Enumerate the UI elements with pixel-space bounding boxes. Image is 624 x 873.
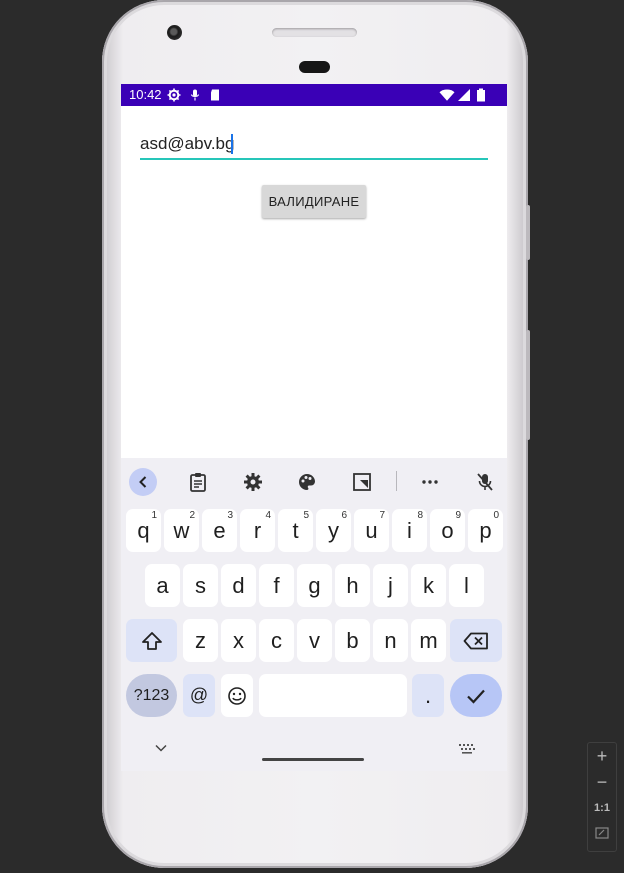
shift-key[interactable] [126,619,177,662]
key-z[interactable]: z [183,619,218,662]
more-button[interactable] [416,468,444,496]
key-c[interactable]: c [259,619,294,662]
key-q[interactable]: q1 [126,509,161,552]
key-y[interactable]: y6 [316,509,351,552]
clipboard-icon [190,473,206,492]
emoji-icon [228,686,246,705]
keyboard-switch-icon[interactable] [458,743,476,755]
key-i[interactable]: i8 [392,509,427,552]
signal-icon [458,89,470,101]
key-p[interactable]: p0 [468,509,503,552]
palette-icon [299,474,315,490]
email-input[interactable] [140,132,488,160]
validate-button[interactable]: ВАЛИДИРАНЕ [262,185,366,218]
backspace-key[interactable] [450,619,502,662]
fit-screen-button[interactable] [588,821,616,847]
more-icon [422,480,438,484]
done-key[interactable] [450,674,502,717]
resize-icon [353,473,371,491]
proximity-sensor [299,61,330,73]
shift-icon [141,631,162,650]
backspace-icon [463,632,488,649]
key-o[interactable]: o9 [430,509,465,552]
emoji-key[interactable] [221,674,253,717]
soft-keyboard: q1 w2 e3 r4 t5 y6 u7 i8 o9 p0 a s d f g … [121,458,507,771]
status-time: 10:42 [129,87,162,102]
voice-input-button[interactable] [471,468,499,496]
key-m[interactable]: m [411,619,446,662]
key-g[interactable]: g [297,564,332,607]
key-f[interactable]: f [259,564,294,607]
key-l[interactable]: l [449,564,484,607]
earpiece-speaker [272,28,357,37]
gear-icon [167,88,181,102]
key-u[interactable]: u7 [354,509,389,552]
status-bar: 10:42 [121,84,507,106]
home-indicator[interactable] [262,758,364,761]
zoom-in-button[interactable]: + [588,743,616,769]
key-b[interactable]: b [335,619,370,662]
key-n[interactable]: n [373,619,408,662]
resize-button[interactable] [348,468,376,496]
checkmark-icon [467,689,485,704]
key-t[interactable]: t5 [278,509,313,552]
front-camera [167,25,182,40]
keyboard-back-button[interactable] [129,468,157,496]
chevron-down-icon[interactable] [154,743,168,753]
power-button [526,205,530,260]
key-h[interactable]: h [335,564,370,607]
battery-icon [477,88,485,102]
back-icon [139,476,147,488]
fit-screen-icon [595,827,609,839]
key-v[interactable]: v [297,619,332,662]
key-w[interactable]: w2 [164,509,199,552]
mic-off-icon [477,473,493,491]
clipboard-button[interactable] [184,468,212,496]
sd-card-icon [211,89,219,101]
symbols-key[interactable]: ?123 [126,674,177,717]
volume-button [526,330,530,440]
key-e[interactable]: e3 [202,509,237,552]
period-key[interactable]: . [412,674,444,717]
text-caret [231,134,233,154]
zoom-out-button[interactable]: − [588,769,616,795]
zoom-controls: + − 1:1 [587,742,617,852]
settings-button[interactable] [239,468,267,496]
key-k[interactable]: k [411,564,446,607]
key-d[interactable]: d [221,564,256,607]
key-r[interactable]: r4 [240,509,275,552]
zoom-reset-button[interactable]: 1:1 [588,795,616,821]
key-j[interactable]: j [373,564,408,607]
toolbar-divider [396,471,397,491]
wifi-icon [439,89,455,101]
theme-button[interactable] [293,468,321,496]
key-x[interactable]: x [221,619,256,662]
mic-icon [190,89,200,101]
space-key[interactable] [259,674,407,717]
device-screen: 10:42 ВАЛИДИРАНЕ [121,84,507,771]
key-a[interactable]: a [145,564,180,607]
key-s[interactable]: s [183,564,218,607]
settings-icon [244,473,262,491]
at-key[interactable]: @ [183,674,215,717]
